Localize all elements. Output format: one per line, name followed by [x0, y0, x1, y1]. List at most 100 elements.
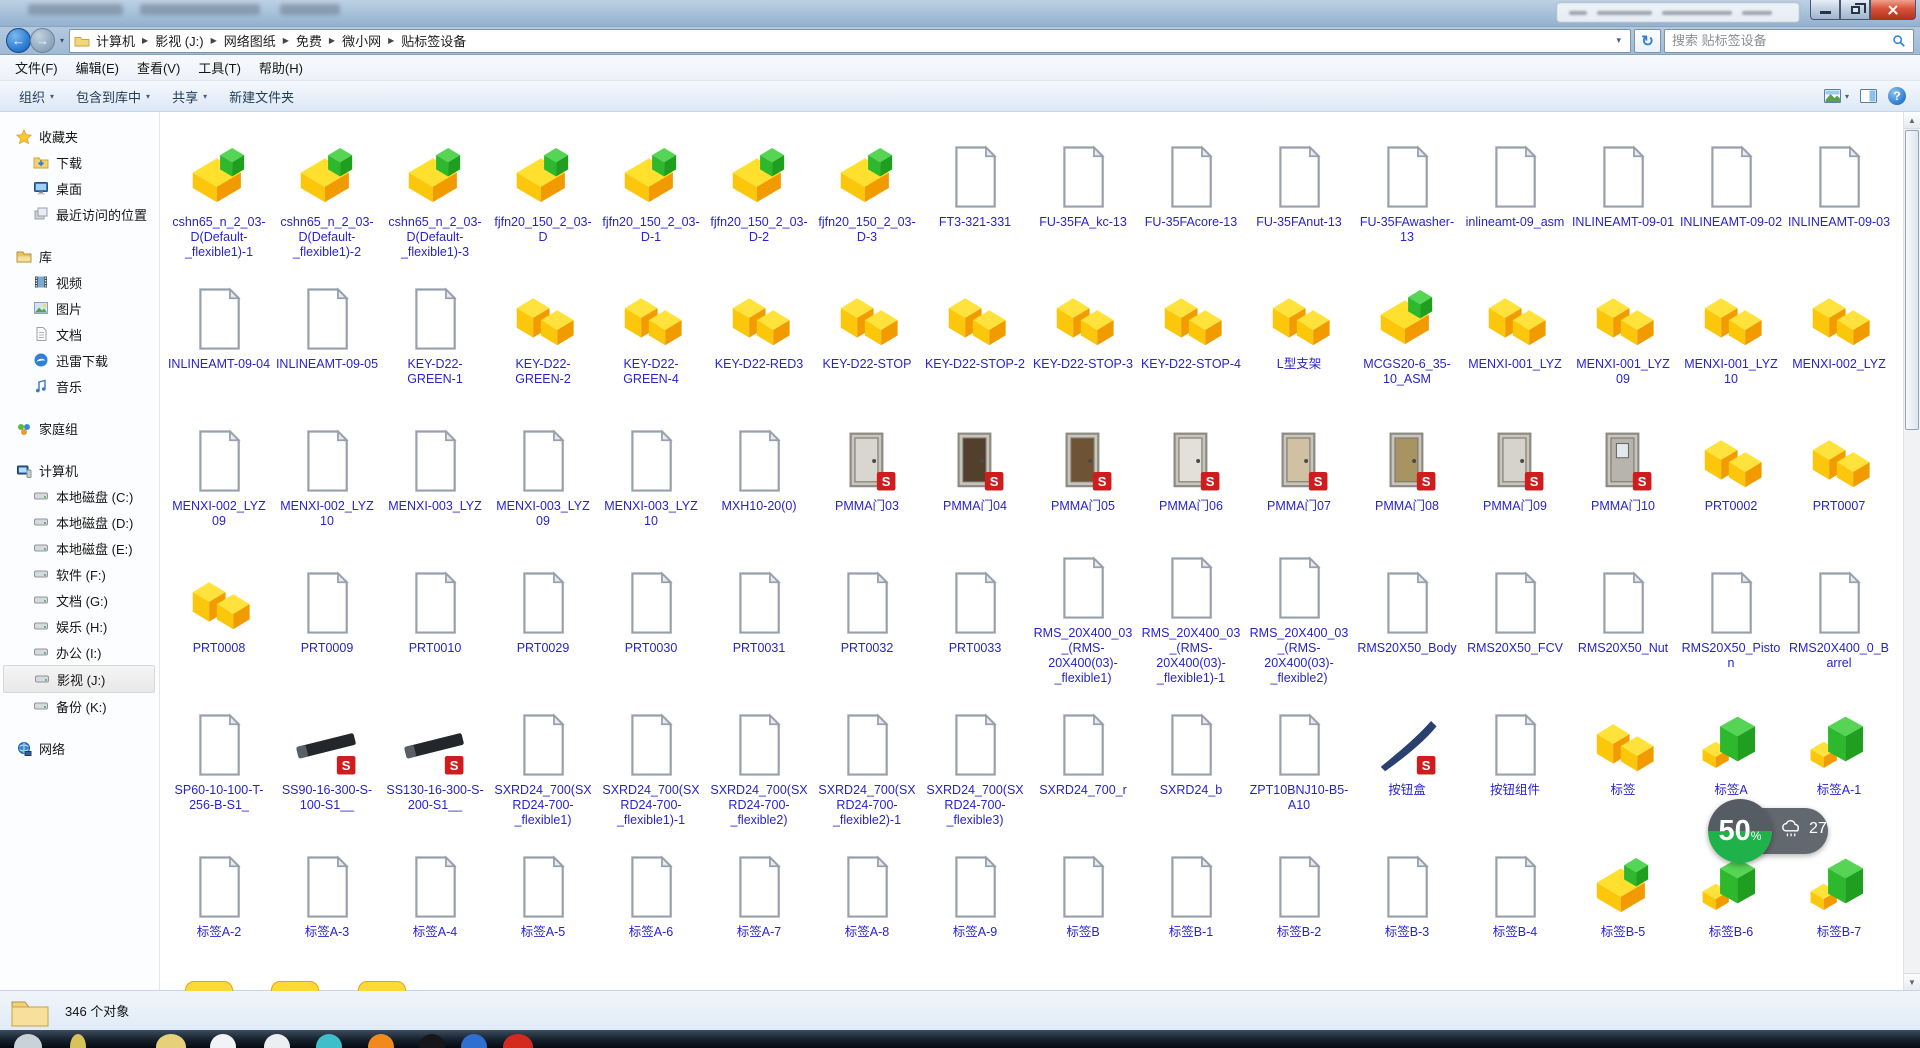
file-item[interactable]: fjfn20_150_2_03-D-3 [813, 118, 921, 260]
sidebar-section-家庭组[interactable]: 家庭组 [0, 416, 159, 441]
file-item[interactable]: PMMA门06 [1137, 402, 1245, 544]
forward-button[interactable]: → [30, 28, 55, 53]
file-item[interactable]: SXRD24_700(SXRD24-700-_flexible2) [705, 686, 813, 828]
menu-item[interactable]: 工具(T) [189, 55, 250, 80]
file-item[interactable]: 标签A-9 [921, 828, 1029, 970]
file-item[interactable]: SP60-10-100-T-256-B-S1_ [165, 686, 273, 828]
file-item[interactable]: FU-35FA_kc-13 [1029, 118, 1137, 260]
file-item[interactable]: RMS_20X400_03_(RMS-20X400(03)-_flexible1… [1029, 544, 1137, 686]
file-item[interactable]: RMS20X50_FCV [1461, 544, 1569, 686]
change-view-button[interactable]: ▾ [1823, 88, 1849, 104]
file-item[interactable]: 标签B-1 [1137, 828, 1245, 970]
file-item[interactable]: RMS20X50_Body [1353, 544, 1461, 686]
file-item[interactable]: KEY-D22-GREEN-1 [381, 260, 489, 402]
file-item[interactable]: INLINEAMT-09-01 [1569, 118, 1677, 260]
file-item[interactable]: KEY-D22-STOP-3 [1029, 260, 1137, 402]
file-item[interactable]: 标签A-4 [381, 828, 489, 970]
file-item[interactable]: SXRD24_700(SXRD24-700-_flexible1) [489, 686, 597, 828]
file-item[interactable]: FU-35FAwasher-13 [1353, 118, 1461, 260]
file-item[interactable]: fjfn20_150_2_03-D-2 [705, 118, 813, 260]
file-item[interactable]: PMMA门05 [1029, 402, 1137, 544]
file-item[interactable]: KEY-D22-GREEN-2 [489, 260, 597, 402]
file-item[interactable]: PRT0033 [921, 544, 1029, 686]
file-item[interactable]: cshn65_n_2_03-D(Default-_flexible1)-1 [165, 118, 273, 260]
recent-pages-dropdown[interactable]: ▾ [58, 36, 66, 45]
file-item[interactable]: 标签 [1569, 686, 1677, 828]
file-item[interactable]: MENXI-003_LYZ 09 [489, 402, 597, 544]
sidebar-item[interactable]: 备份 (K:) [0, 693, 159, 719]
file-item[interactable]: PRT0010 [381, 544, 489, 686]
file-item[interactable]: ZPT10BNJ10-B5-A10 [1245, 686, 1353, 828]
file-item[interactable]: MENXI-001_LYZ 09 [1569, 260, 1677, 402]
file-item[interactable]: MCGS20-6_35-10_ASM [1353, 260, 1461, 402]
file-item[interactable]: SS90-16-300-S-100-S1__ [273, 686, 381, 828]
toolbar-button[interactable]: 共享 ▾ [161, 83, 218, 110]
file-item[interactable]: 标签B-5 [1569, 828, 1677, 970]
file-item[interactable]: MXH10-20(0) [705, 402, 813, 544]
file-item[interactable]: FU-35FAcore-13 [1137, 118, 1245, 260]
address-dropdown-icon[interactable]: ▾ [1611, 35, 1626, 46]
menu-item[interactable]: 编辑(E) [67, 55, 128, 80]
screen-overlay-widget[interactable]: 50 % 27° [1708, 799, 1858, 863]
scroll-up-button[interactable]: ▲ [1904, 112, 1920, 129]
menu-item[interactable]: 文件(F) [6, 55, 67, 80]
task-icon-7[interactable] [503, 1034, 533, 1048]
breadcrumb-item[interactable]: 免费 [290, 29, 328, 52]
file-item[interactable]: RMS20X400_0_Barrel [1785, 544, 1893, 686]
file-item[interactable]: 标签A-8 [813, 828, 921, 970]
file-item[interactable]: KEY-D22-RED3 [705, 260, 813, 402]
menu-item[interactable]: 帮助(H) [250, 55, 312, 80]
file-item[interactable]: 标签B-4 [1461, 828, 1569, 970]
breadcrumb-item[interactable]: 计算机 [90, 29, 141, 52]
file-item[interactable]: RMS20X50_Nut [1569, 544, 1677, 686]
sidebar-item[interactable]: 影视 (J:) [3, 665, 155, 693]
help-button[interactable]: ? [1888, 87, 1906, 105]
task-icon-5[interactable] [419, 1034, 445, 1048]
task-icon-6[interactable] [461, 1034, 487, 1048]
file-item[interactable]: 标签A-7 [705, 828, 813, 970]
sidebar-section-计算机[interactable]: 计算机 [0, 458, 159, 483]
file-item[interactable]: PRT0031 [705, 544, 813, 686]
file-item[interactable]: INLINEAMT-09-03 [1785, 118, 1893, 260]
sidebar-section-收藏夹[interactable]: 收藏夹 [0, 124, 159, 149]
start-orb[interactable] [14, 1034, 42, 1048]
file-item[interactable]: fjfn20_150_2_03-D-1 [597, 118, 705, 260]
sidebar-item[interactable]: 本地磁盘 (C:) [0, 483, 159, 509]
file-item[interactable]: MENXI-003_LYZ 10 [597, 402, 705, 544]
file-item[interactable]: PRT0009 [273, 544, 381, 686]
file-item[interactable]: RMS20X50_Piston [1677, 544, 1785, 686]
file-item[interactable]: KEY-D22-STOP-4 [1137, 260, 1245, 402]
file-item[interactable]: SXRD24_700(SXRD24-700-_flexible1)-1 [597, 686, 705, 828]
file-item[interactable]: PRT0029 [489, 544, 597, 686]
minimize-button[interactable] [1810, 0, 1840, 20]
sidebar-item[interactable]: 最近访问的位置 [0, 201, 159, 227]
file-item[interactable]: 标签A-2 [165, 828, 273, 970]
file-item[interactable]: PRT0008 [165, 544, 273, 686]
file-item[interactable]: MENXI-002_LYZ 10 [273, 402, 381, 544]
file-item[interactable]: L型支架 [1245, 260, 1353, 402]
file-item[interactable]: INLINEAMT-09-02 [1677, 118, 1785, 260]
preview-pane-button[interactable] [1859, 88, 1878, 104]
close-button[interactable] [1870, 0, 1916, 20]
sidebar-item[interactable]: 软件 (F:) [0, 561, 159, 587]
sidebar-item[interactable]: 视频 [0, 269, 159, 295]
file-item[interactable]: 标签A-3 [273, 828, 381, 970]
menu-item[interactable]: 查看(V) [128, 55, 189, 80]
pinned-icon-2[interactable] [156, 1034, 186, 1048]
file-item[interactable]: PMMA门10 [1569, 402, 1677, 544]
restore-button[interactable] [1840, 0, 1870, 20]
file-item[interactable]: MENXI-002_LYZ [1785, 260, 1893, 402]
file-item[interactable]: SXRD24_700(SXRD24-700-_flexible3) [921, 686, 1029, 828]
sidebar-item[interactable]: 文档 (G:) [0, 587, 159, 613]
file-item[interactable]: FU-35FAnut-13 [1245, 118, 1353, 260]
file-item[interactable]: 标签A-6 [597, 828, 705, 970]
breadcrumb-item[interactable]: 网络图纸 [218, 29, 282, 52]
file-item[interactable]: 按钮盒 [1353, 686, 1461, 828]
file-item[interactable]: 标签B-3 [1353, 828, 1461, 970]
sidebar-item[interactable]: 图片 [0, 295, 159, 321]
breadcrumb-item[interactable]: 贴标签设备 [395, 29, 472, 52]
vertical-scrollbar[interactable]: ▲ ▼ [1903, 112, 1920, 990]
file-item[interactable]: FT3-321-331 [921, 118, 1029, 260]
file-item[interactable]: PRT0032 [813, 544, 921, 686]
sidebar-item[interactable]: 下载 [0, 149, 159, 175]
